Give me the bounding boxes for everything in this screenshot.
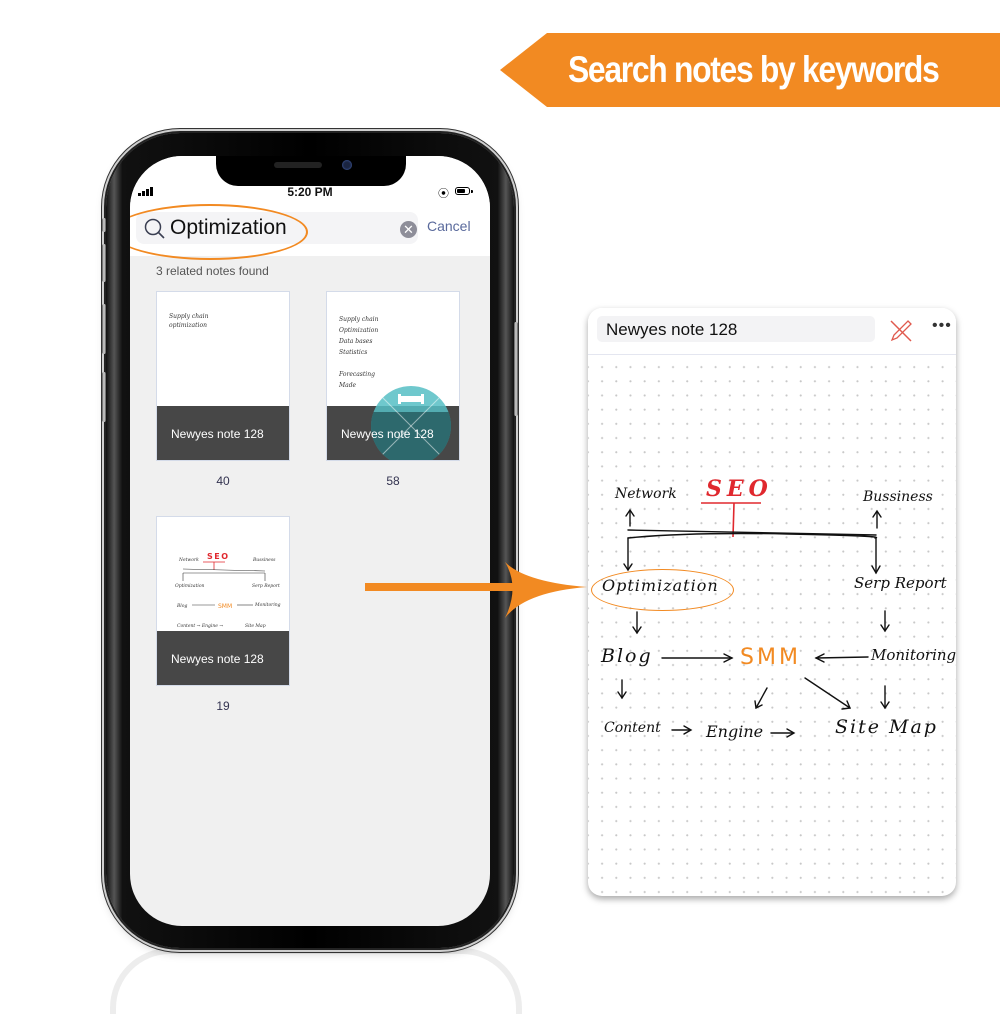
keyword-highlight-ellipse bbox=[130, 204, 308, 260]
front-camera bbox=[342, 160, 352, 170]
note-result-card[interactable]: SEO Network Bussiness Optimization Serp … bbox=[156, 516, 290, 713]
svg-text:SEO: SEO bbox=[207, 552, 230, 561]
svg-text:Optimization: Optimization bbox=[175, 583, 205, 589]
mindmap-node-optimization: Optimization bbox=[602, 576, 719, 595]
note-preview-text: Supply chain optimization bbox=[169, 313, 209, 329]
cancel-button[interactable]: Cancel bbox=[427, 218, 471, 234]
svg-text:Network: Network bbox=[178, 557, 199, 563]
power-button bbox=[514, 322, 518, 416]
note-preview-text: Supply chain Optimization Data bases Sta… bbox=[339, 316, 379, 389]
clear-circle-icon[interactable]: ✕ bbox=[400, 221, 417, 238]
phone-reflection bbox=[110, 948, 522, 1014]
results-count: 3 related notes found bbox=[156, 264, 269, 278]
svg-text:Blog: Blog bbox=[176, 603, 187, 609]
svg-text:Content → Engine →: Content → Engine → bbox=[177, 623, 223, 629]
volume-up-button bbox=[102, 244, 106, 282]
note-page-number: 40 bbox=[216, 474, 230, 488]
phone-screen: 5:20 PM ⦿ Optimization ✕ Cancel 3 relate… bbox=[130, 156, 490, 926]
note-title: Newyes note 128 bbox=[171, 652, 264, 666]
mindmap-node-network: Network bbox=[615, 486, 677, 502]
mindmap-node-business: Bussiness bbox=[863, 489, 933, 505]
note-result-card[interactable]: Supply chain optimization Newyes note 12… bbox=[156, 291, 290, 488]
note-detail-panel: Newyes note 128 ••• SEO Network Bussines… bbox=[588, 308, 956, 896]
note-thumbnail[interactable]: Supply chain optimization Newyes note 12… bbox=[156, 291, 290, 461]
mindmap-node-content: Content bbox=[604, 720, 661, 736]
mindmap-node-serp-report: Serp Report bbox=[854, 574, 947, 592]
mindmap-node-site-map: Site Map bbox=[835, 716, 938, 738]
svg-text:Monitoring: Monitoring bbox=[254, 602, 281, 608]
rotation-lock-icon: ⦿ bbox=[438, 188, 449, 200]
speaker-grille bbox=[274, 162, 322, 168]
status-time: 5:20 PM bbox=[287, 185, 333, 199]
note-result-card[interactable]: Supply chain Optimization Data bases Sta… bbox=[326, 291, 460, 488]
silent-switch bbox=[102, 218, 106, 232]
banner-title: Search notes by keywords bbox=[568, 49, 940, 90]
volume-down-button bbox=[102, 304, 106, 354]
mindmap-center: SMM bbox=[740, 645, 801, 670]
note-title: Newyes note 128 bbox=[341, 427, 434, 441]
notch bbox=[216, 156, 406, 186]
mindmap-node-engine: Engine bbox=[706, 722, 764, 741]
mindmap-root: SEO bbox=[706, 476, 773, 502]
mindmap-node-monitoring: Monitoring bbox=[871, 646, 956, 664]
mindmap-node-blog: Blog bbox=[601, 645, 653, 667]
note-thumbnail[interactable]: Supply chain Optimization Data bases Sta… bbox=[326, 291, 460, 461]
svg-text:Bussiness: Bussiness bbox=[252, 557, 276, 563]
svg-text:Serp Report: Serp Report bbox=[252, 583, 280, 589]
pointer-arrow-icon bbox=[365, 562, 587, 618]
note-thumbnail[interactable]: SEO Network Bussiness Optimization Serp … bbox=[156, 516, 290, 686]
feature-banner: Search notes by keywords bbox=[500, 33, 1000, 107]
note-page-number: 58 bbox=[386, 474, 400, 488]
mindmap-thumbnail: SEO Network Bussiness Optimization Serp … bbox=[175, 552, 281, 629]
side-button-left bbox=[102, 372, 106, 422]
svg-text:Site Map: Site Map bbox=[245, 623, 266, 629]
note-title: Newyes note 128 bbox=[171, 427, 264, 441]
swot-badge-icon bbox=[371, 386, 451, 460]
svg-text:SMM: SMM bbox=[218, 603, 232, 610]
search-bar: Optimization ✕ Cancel bbox=[130, 200, 490, 260]
note-page-number: 19 bbox=[216, 699, 230, 713]
battery-icon bbox=[455, 187, 473, 195]
